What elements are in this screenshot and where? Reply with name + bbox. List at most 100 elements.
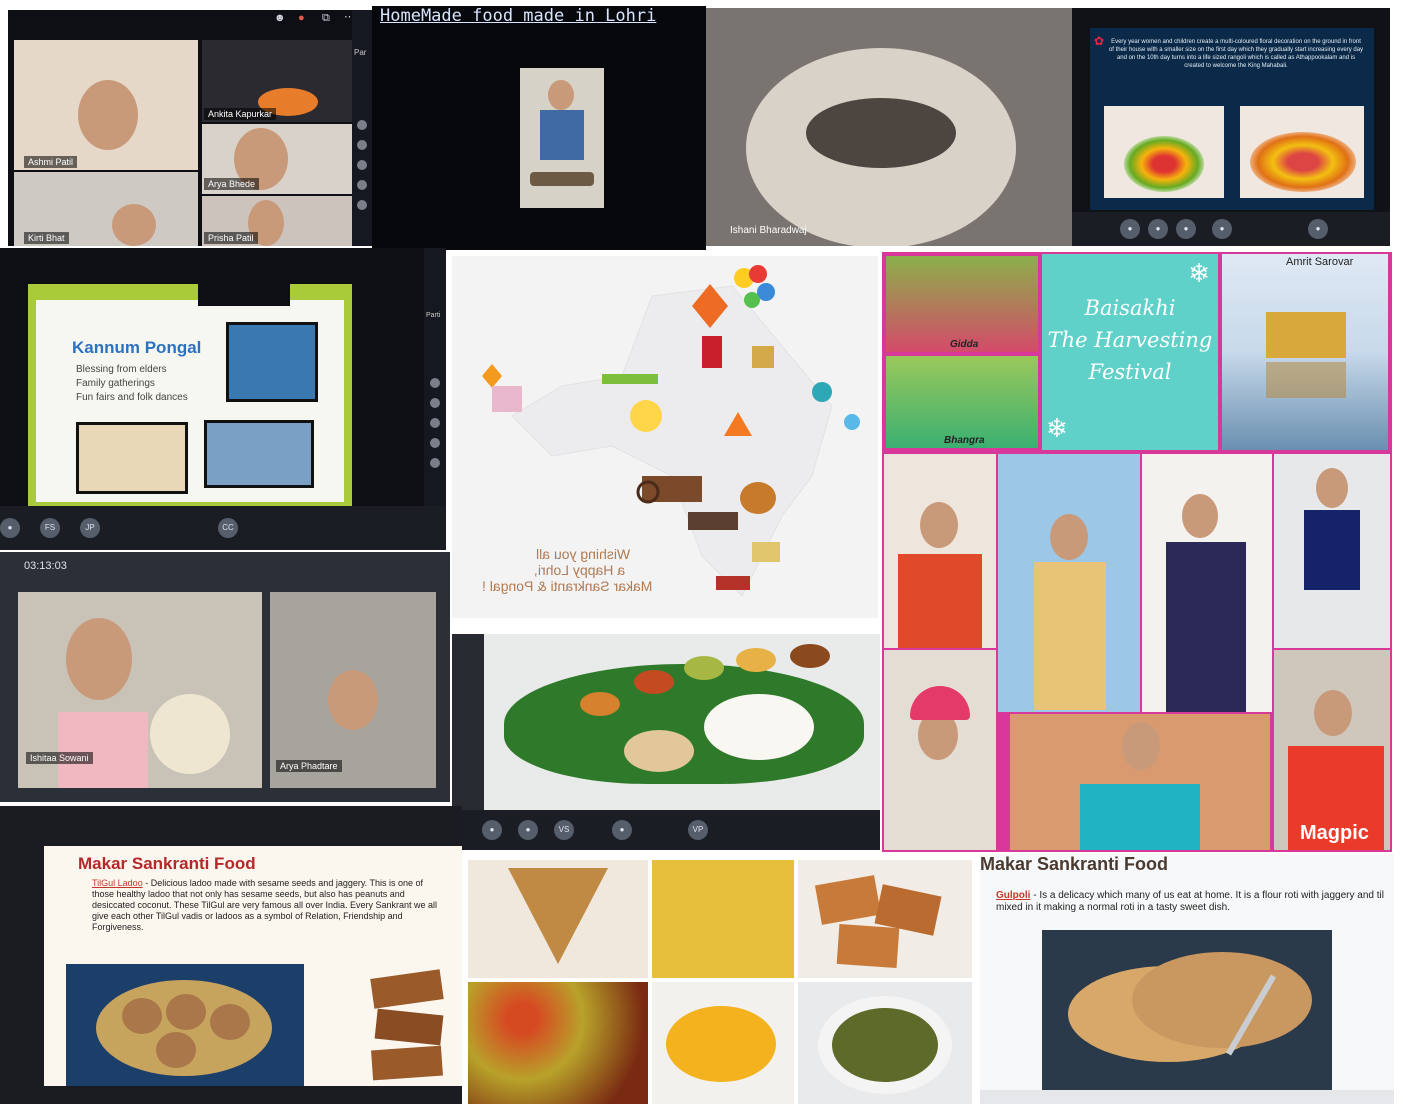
greeting-line-1: Wishing you all — [536, 546, 631, 562]
watermark: Magpic — [1300, 822, 1369, 844]
panel-label: Parti — [426, 312, 441, 319]
avatar[interactable]: ● — [612, 820, 632, 840]
avatar[interactable]: ● — [0, 518, 20, 538]
slide-heading: Makar Sankranti Food — [78, 854, 256, 873]
photo-caption: Bhangra — [944, 435, 985, 446]
people-icon[interactable]: ☻ — [274, 12, 286, 24]
chivda-photo — [652, 860, 794, 978]
share-icon[interactable]: ⧉ — [322, 12, 330, 25]
festival-title-1: Baisakhi — [1084, 296, 1176, 320]
photo-caption: Amrit Sarovar — [1286, 256, 1354, 268]
student-photo — [998, 454, 1140, 712]
fair-illustration — [204, 420, 314, 488]
chikki-photo — [362, 964, 456, 1086]
slide-body: TilGul Ladoo - Delicious ladoo made with… — [92, 878, 438, 933]
ladoo-photo — [66, 964, 304, 1086]
student-photo — [520, 68, 604, 208]
thali-photo — [484, 634, 880, 810]
india-map-illustration — [482, 265, 860, 597]
avatar[interactable]: VP — [688, 820, 708, 840]
panel-label: Par — [354, 48, 367, 57]
video-call-tile-1: Ashmi Patil Ankita Kapurkar Arya Bhede K… — [8, 10, 372, 246]
participant-toolbar: ● FS JP CC — [0, 506, 446, 550]
sankranti-foods-grid-tile — [464, 856, 976, 1104]
bowl — [684, 656, 724, 680]
baisakhi-collage-tile: Gidda Bhangra ❄ ❄ Baisakhi The Harvestin… — [882, 252, 1392, 852]
item-name: TilGul Ladoo — [92, 878, 143, 888]
student-photo — [1274, 454, 1390, 648]
participants-panel: Parti — [424, 248, 446, 550]
item-description: - Delicious ladoo made with sesame seeds… — [92, 878, 438, 932]
video-call-tile-2: 03:13:03 Ishitaa Sowani Arya Phadtare — [0, 552, 450, 802]
bowl — [736, 648, 776, 672]
participant-name: Ishitaa Sowani — [26, 752, 93, 764]
participants-panel: Par — [352, 10, 372, 246]
participant-face — [112, 204, 156, 246]
bowl — [580, 692, 620, 716]
rangoli-illustration — [76, 422, 188, 494]
sabzi-photo — [798, 982, 972, 1104]
participant-name: Ishani Bharadwaj — [730, 225, 807, 236]
item-description: - Is a delicacy which many of us eat at … — [996, 890, 1384, 913]
onam-text: Every year women and children create a m… — [1108, 39, 1364, 69]
student-photo — [884, 650, 996, 850]
bowl — [790, 644, 830, 668]
slide-heading: Makar Sankranti Food — [980, 854, 1169, 874]
sparkle-icon: ❄ — [1046, 413, 1068, 443]
ber-fruit-photo — [468, 982, 648, 1104]
tilgul-slide: Makar Sankranti Food TilGul Ladoo - Deli… — [44, 846, 462, 1086]
avatar[interactable]: CC — [218, 518, 238, 538]
flower-icon: ✿ — [1094, 34, 1105, 48]
kannum-pongal-tile: Kannum Pongal Blessing from elders Famil… — [0, 248, 446, 550]
slide-title: HomeMade food made in Lohri — [380, 6, 657, 26]
gidda-photo: Gidda — [886, 256, 1038, 352]
bowl — [634, 670, 674, 694]
participant-name: Ashmi Patil — [24, 156, 78, 168]
participant-face — [78, 80, 138, 150]
student-photo — [884, 454, 996, 648]
avatar[interactable]: JP — [80, 518, 100, 538]
rice — [704, 694, 814, 760]
participant-name: Arya Bhede — [204, 178, 260, 190]
festival-title-3: Festival — [1088, 360, 1172, 384]
gulpoli-tile: Makar Sankranti Food Gulpoli - Is a deli… — [980, 854, 1394, 1104]
banana-leaf-thali-tile: ● ● VS ● VP — [452, 634, 880, 850]
avatar[interactable]: ● — [518, 820, 538, 840]
rangoli-photo-1 — [1104, 106, 1224, 198]
greeting-line-3: Makar Sankranti & Pongal ! — [482, 578, 653, 594]
slide-title: Kannum Pongal — [72, 338, 202, 357]
onam-rangoli-tile: ✿ Every year women and children create a… — [1072, 8, 1390, 246]
student-photo — [1142, 454, 1272, 712]
festival-greeting-tile: Wishing you all a Happy Lohri, Makar San… — [452, 256, 878, 618]
festival-title-2: The Harvesting — [1047, 328, 1213, 352]
fish-dish-tile: Ishani Bharadwaj — [706, 8, 1072, 246]
bullet-3: Fun fairs and folk dances — [76, 392, 188, 403]
student-photo — [1010, 714, 1270, 850]
fish — [806, 98, 956, 168]
bullet-1: Blessing from elders — [76, 364, 167, 375]
jalebi-photo — [652, 982, 794, 1104]
participant-video: Ishitaa Sowani — [18, 592, 262, 788]
call-timer: 03:13:03 — [24, 560, 67, 572]
rangoli-photo-2 — [1240, 106, 1364, 198]
participant-name: Ankita Kapurkar — [204, 108, 277, 120]
chikki-photo — [798, 860, 972, 978]
record-icon[interactable]: ● — [298, 12, 305, 24]
photo-caption: Gidda — [950, 339, 979, 350]
golden-temple-photo: Amrit Sarovar — [1222, 254, 1388, 450]
pongal-slide: Kannum Pongal Blessing from elders Famil… — [36, 292, 344, 502]
participant-name: Prisha Patil — [204, 232, 258, 244]
student-photo: Magpic — [1274, 650, 1390, 850]
sparkle-icon: ❄ — [1188, 258, 1210, 288]
gulpoli-photo — [1042, 930, 1332, 1094]
avatar[interactable]: FS — [40, 518, 60, 538]
bullet-2: Family gatherings — [76, 378, 155, 389]
elders-illustration — [226, 322, 318, 402]
avatar[interactable]: VS — [554, 820, 574, 840]
item-name: Gulpoli — [996, 890, 1031, 901]
baisakhi-title-card: ❄ ❄ Baisakhi The Harvesting Festival — [1042, 254, 1218, 450]
kheer-bowl — [150, 694, 230, 774]
ladoo-photo — [468, 860, 648, 978]
avatar[interactable]: ● — [482, 820, 502, 840]
greeting-line-2: a Happy Lohri, — [534, 562, 626, 578]
